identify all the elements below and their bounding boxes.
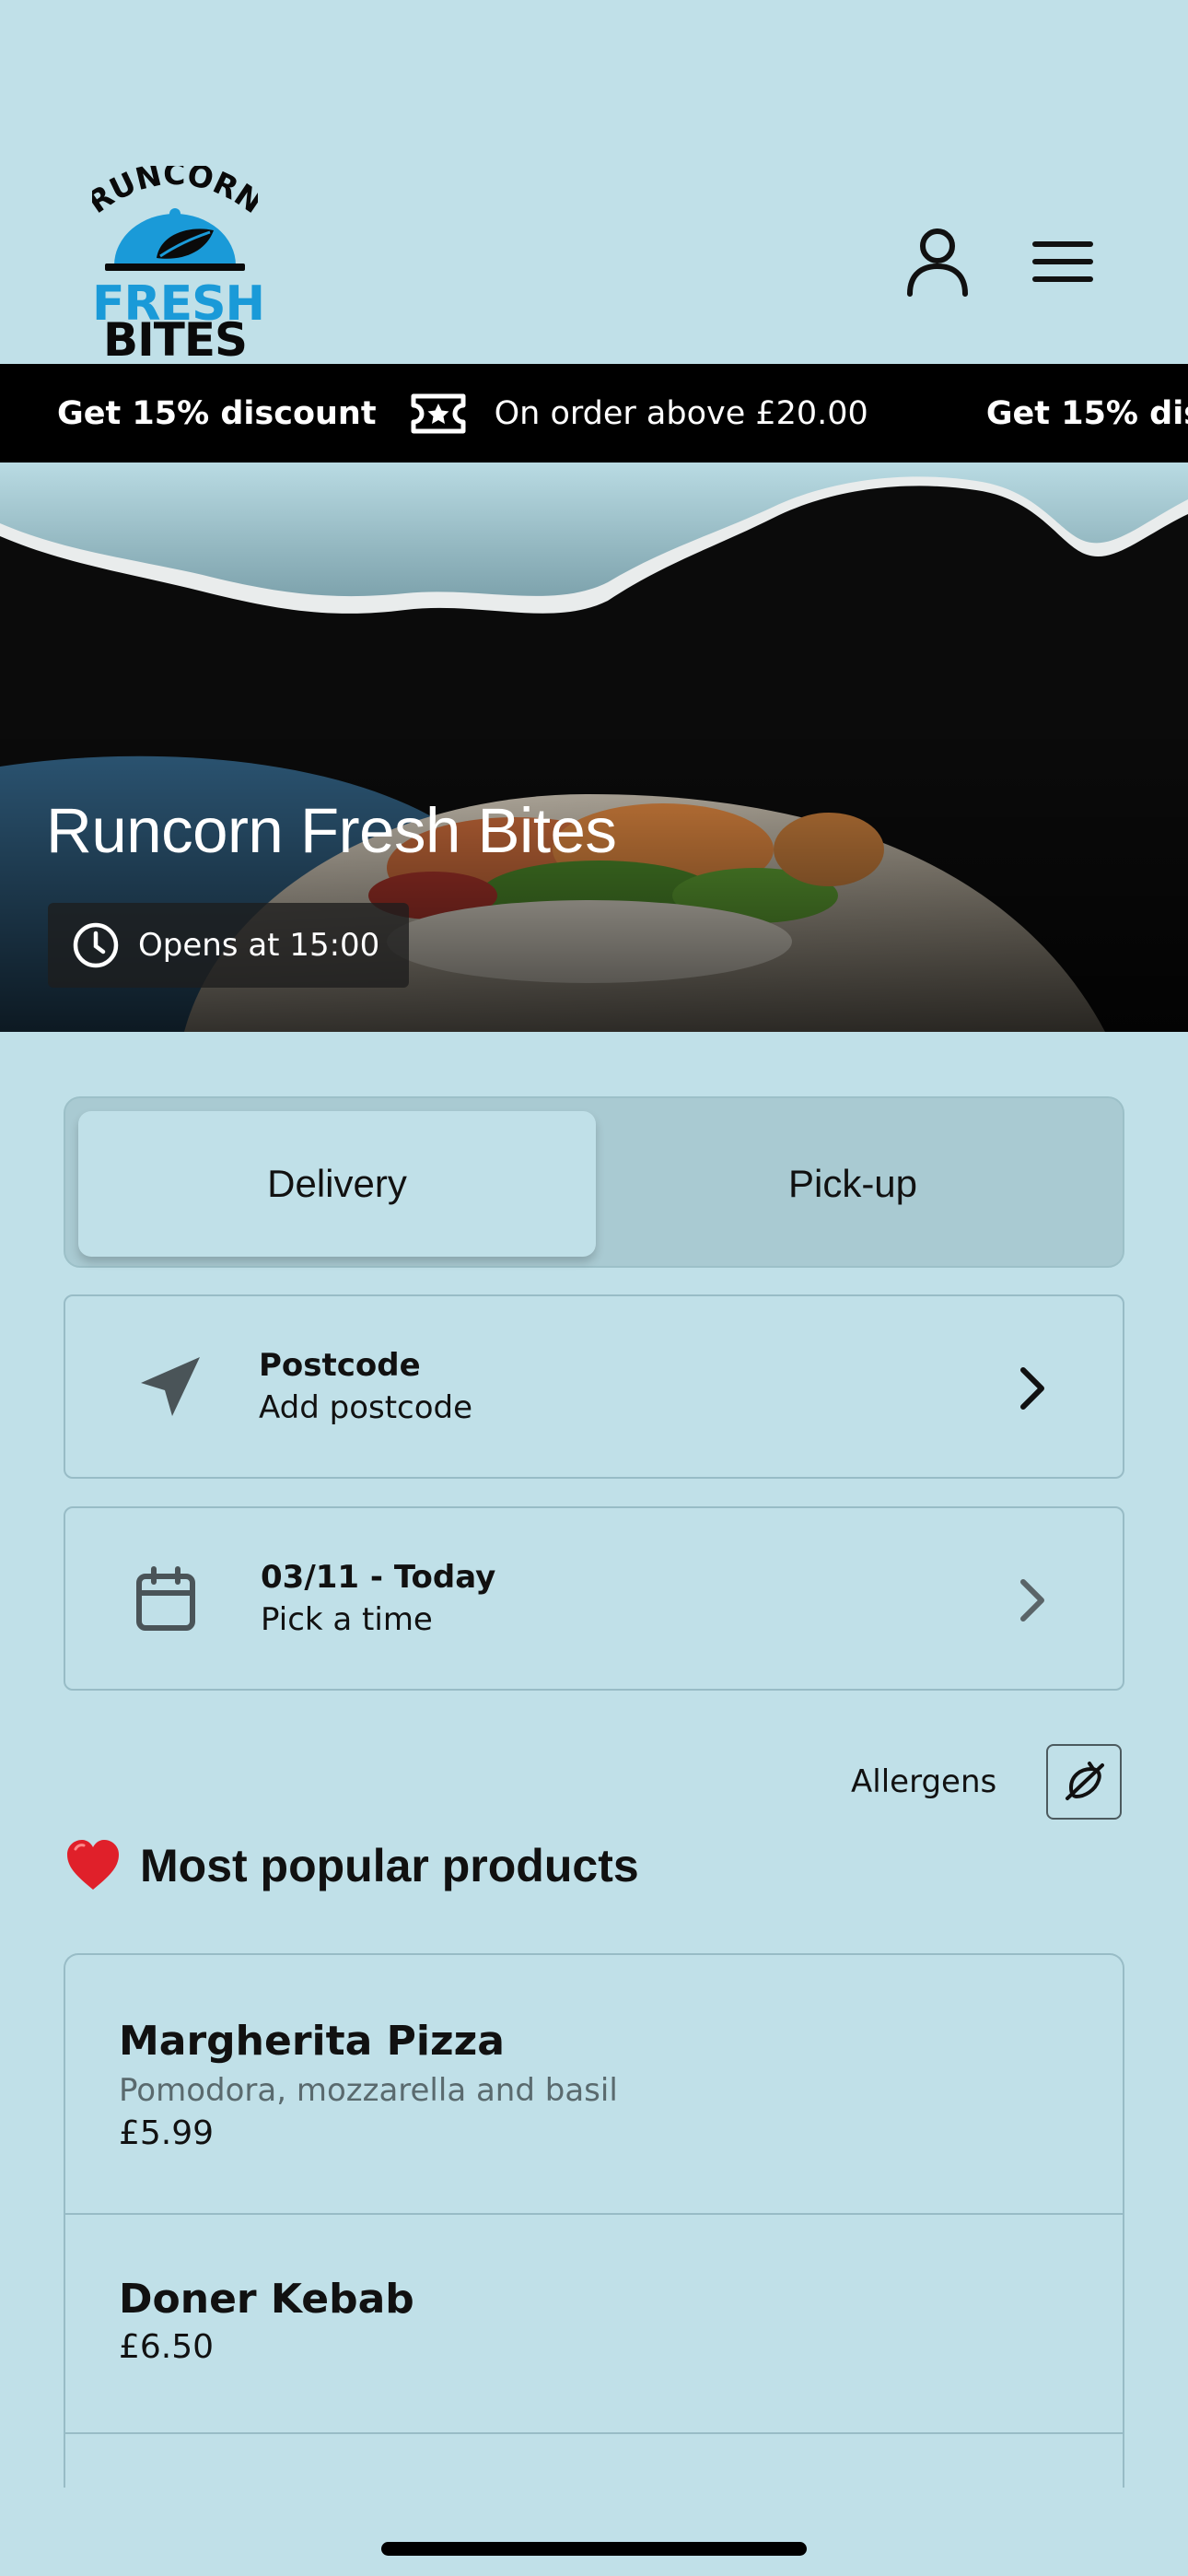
app-header: RUNCORN FRESH BITES [0, 0, 1188, 367]
chevron-right-icon [1020, 1579, 1044, 1622]
product-description: Pomodora, mozzarella and basil [119, 2072, 618, 2109]
order-mode-toggle: Delivery Pick-up [64, 1096, 1124, 1268]
popular-title-text: Most popular products [140, 1840, 639, 1891]
opening-status-text: Opens at 15:00 [138, 927, 380, 964]
pickup-option[interactable]: Pick-up [594, 1111, 1112, 1257]
date-title: 03/11 - Today [261, 1559, 496, 1596]
calendar-icon [136, 1566, 195, 1631]
time-selector[interactable]: 03/11 - Today Pick a time [64, 1506, 1124, 1691]
postcode-selector[interactable]: Postcode Add postcode [64, 1294, 1124, 1479]
opening-status-badge: Opens at 15:00 [48, 903, 410, 988]
promo-headline: Get 15% discount [57, 394, 377, 432]
time-text: 03/11 - Today Pick a time [261, 1559, 495, 1638]
location-arrow-icon [141, 1357, 200, 1416]
postcode-value: Add postcode [259, 1389, 473, 1426]
clock-icon [73, 922, 119, 968]
promo-detail: On order above £20.00 [494, 394, 868, 432]
ticket-icon [410, 391, 467, 437]
logo-word-bites: BITES [103, 313, 248, 367]
restaurant-name: Runcorn Fresh Bites [46, 795, 617, 866]
product-name: Margherita Pizza [119, 2018, 505, 2065]
popular-section-title: Most popular products [64, 1838, 639, 1893]
postcode-title: Postcode [259, 1347, 421, 1384]
allergen-icon [1066, 1762, 1104, 1800]
chevron-right-icon [1020, 1367, 1044, 1410]
allergens-label: Allergens [851, 1763, 997, 1800]
product-card[interactable]: Margherita Pizza Pomodora, mozzarella an… [65, 1955, 1123, 2215]
heart-icon [67, 1840, 119, 1890]
postcode-text: Postcode Add postcode [259, 1347, 472, 1426]
account-button[interactable] [895, 219, 980, 304]
product-price: £5.99 [119, 2114, 215, 2152]
allergens-button[interactable] [1046, 1744, 1122, 1820]
runcorn-fresh-bites-logo[interactable]: RUNCORN FRESH BITES [92, 166, 265, 367]
menu-button[interactable] [1020, 219, 1105, 304]
home-indicator[interactable] [381, 2542, 807, 2556]
product-card[interactable]: Doner Kebab £6.50 [65, 2215, 1123, 2434]
time-value: Pick a time [261, 1601, 433, 1638]
person-icon [907, 228, 968, 297]
product-name: Doner Kebab [119, 2276, 414, 2323]
hamburger-menu-icon [1032, 241, 1093, 282]
restaurant-hero: Runcorn Fresh Bites Opens at 15:00 [0, 463, 1188, 1032]
promo-banner: Get 15% discount On order above £20.00 G… [0, 364, 1188, 463]
product-price: £6.50 [119, 2328, 215, 2366]
delivery-option[interactable]: Delivery [78, 1111, 596, 1257]
popular-products-list: Margherita Pizza Pomodora, mozzarella an… [64, 1953, 1124, 2488]
promo-headline-repeat: Get 15% discou [985, 394, 1188, 432]
